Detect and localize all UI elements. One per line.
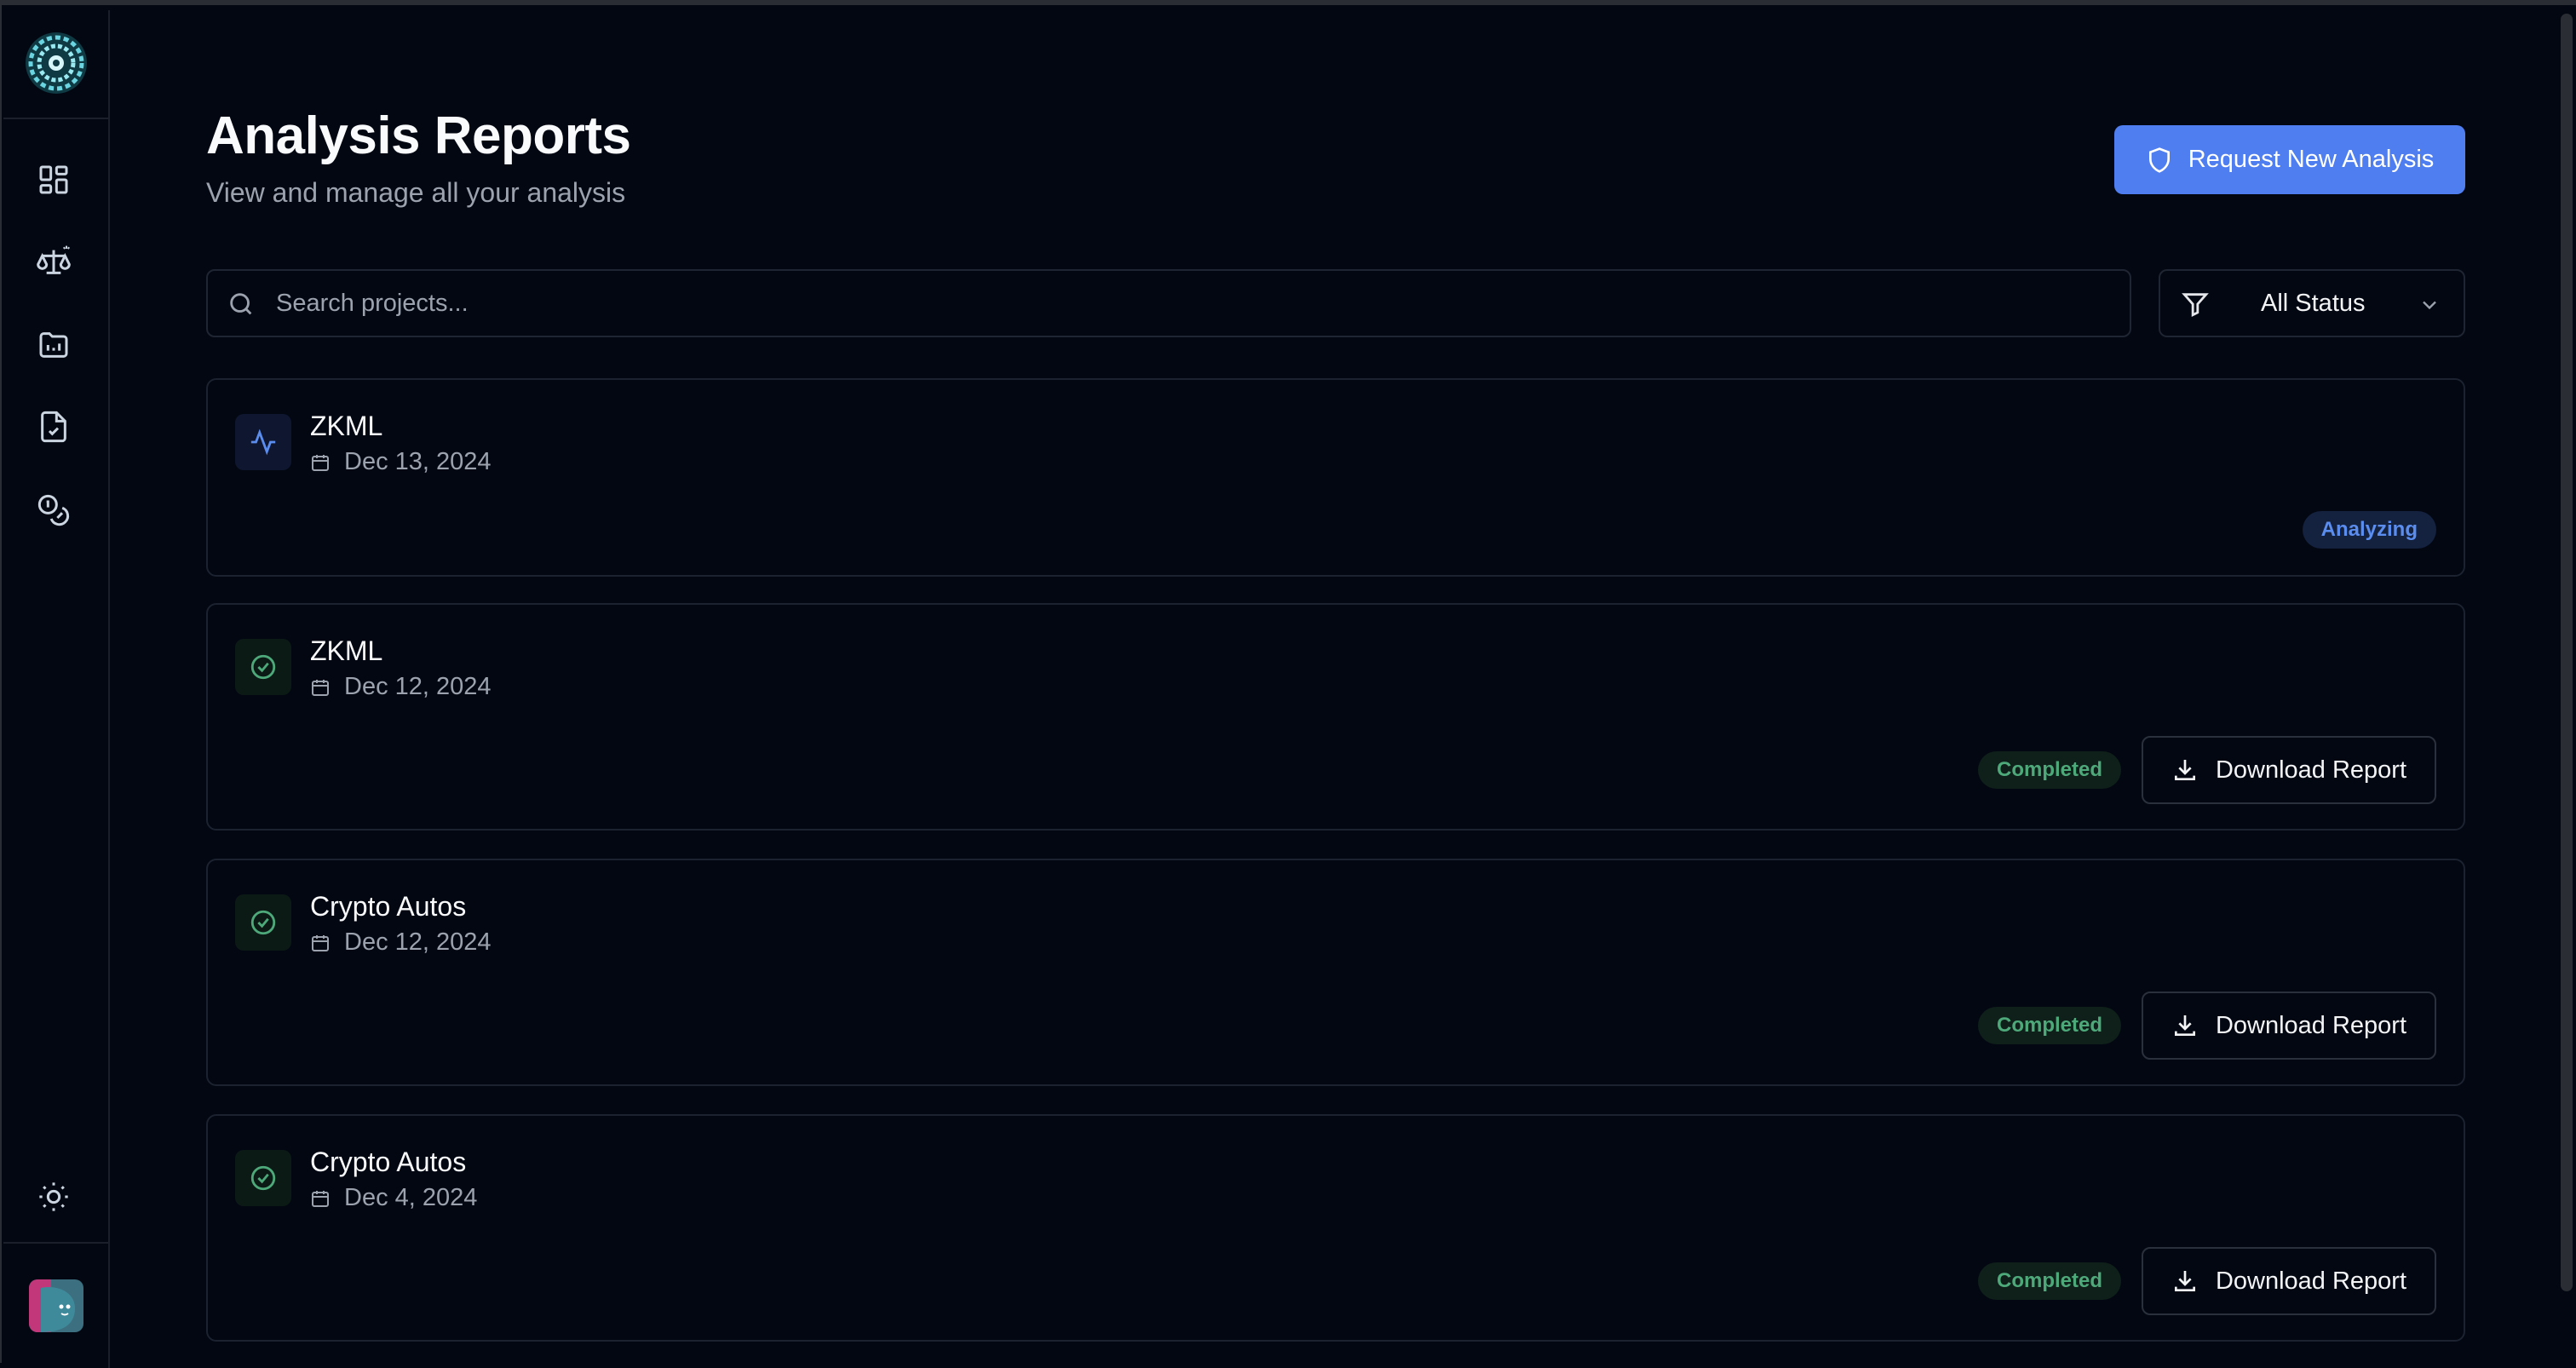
report-date: Dec 13, 2024 — [344, 448, 492, 475]
report-card[interactable]: Crypto Autos Dec 12, 2024 Completed Down… — [206, 859, 2465, 1086]
download-button-label: Download Report — [2215, 1267, 2407, 1295]
report-title: Crypto Autos — [310, 1147, 467, 1177]
download-button-label: Download Report — [2215, 1011, 2407, 1039]
report-date-row: Dec 12, 2024 — [310, 673, 492, 701]
avatar[interactable] — [29, 1279, 83, 1332]
download-icon — [2174, 1271, 2195, 1291]
file-check-icon[interactable] — [36, 409, 72, 445]
report-date: Dec 12, 2024 — [344, 673, 492, 700]
folder-chart-icon[interactable] — [36, 327, 72, 363]
request-new-analysis-button[interactable]: Request New Analysis — [2114, 125, 2465, 194]
download-report-button[interactable]: Download Report — [2142, 992, 2436, 1060]
download-button-label: Download Report — [2215, 756, 2407, 784]
coins-icon[interactable] — [36, 492, 72, 528]
calendar-icon — [312, 679, 329, 696]
check-circle-icon — [235, 894, 291, 951]
report-card[interactable]: ZKML Dec 13, 2024 Analyzing — [206, 378, 2465, 577]
report-date: Dec 12, 2024 — [344, 928, 492, 956]
download-report-button[interactable]: Download Report — [2142, 1247, 2436, 1315]
status-filter-dropdown[interactable]: All Status — [2159, 269, 2465, 337]
logo[interactable] — [24, 31, 89, 95]
request-button-label: Request New Analysis — [2188, 146, 2435, 173]
search-icon — [230, 293, 252, 315]
page-subtitle: View and manage all your analysis — [206, 177, 626, 208]
shield-icon — [2148, 147, 2170, 173]
chevron-down-icon — [2423, 301, 2436, 310]
report-title: ZKML — [310, 411, 383, 441]
sidebar — [3, 10, 110, 1368]
report-title: Crypto Autos — [310, 891, 467, 922]
search-box — [206, 269, 2131, 337]
dashboard-icon[interactable] — [36, 162, 72, 198]
calendar-icon — [312, 1190, 329, 1207]
download-report-button[interactable]: Download Report — [2142, 736, 2436, 804]
check-circle-icon — [235, 1150, 291, 1206]
filter-icon — [2182, 293, 2209, 318]
report-date-row: Dec 13, 2024 — [310, 448, 492, 476]
report-date-row: Dec 4, 2024 — [310, 1184, 477, 1212]
check-circle-icon — [235, 639, 291, 695]
report-card[interactable]: ZKML Dec 12, 2024 Completed Download Rep… — [206, 603, 2465, 831]
report-card[interactable]: Crypto Autos Dec 4, 2024 Completed Downl… — [206, 1114, 2465, 1342]
scale-icon[interactable] — [36, 244, 72, 279]
report-title: ZKML — [310, 635, 383, 666]
sidebar-divider — [3, 1242, 108, 1244]
status-filter-value: All Status — [2261, 290, 2366, 317]
page-title: Analysis Reports — [206, 106, 631, 165]
download-icon — [2174, 1015, 2195, 1036]
calendar-icon — [312, 934, 329, 951]
download-icon — [2174, 760, 2195, 780]
calendar-icon — [312, 454, 329, 471]
activity-icon — [235, 414, 291, 470]
report-date: Dec 4, 2024 — [344, 1184, 478, 1211]
main-content: Analysis Reports View and manage all you… — [206, 5, 2465, 1368]
sidebar-divider — [3, 118, 108, 119]
sun-icon[interactable] — [36, 1179, 72, 1215]
search-input[interactable] — [276, 271, 2116, 336]
status-badge: Completed — [1977, 1007, 2121, 1044]
scrollbar[interactable] — [2561, 14, 2573, 1291]
app-window: Analysis Reports View and manage all you… — [0, 0, 2576, 1368]
report-date-row: Dec 12, 2024 — [310, 928, 492, 957]
status-badge: Completed — [1977, 751, 2121, 789]
status-badge: Analyzing — [2302, 511, 2436, 549]
status-badge: Completed — [1977, 1262, 2121, 1300]
